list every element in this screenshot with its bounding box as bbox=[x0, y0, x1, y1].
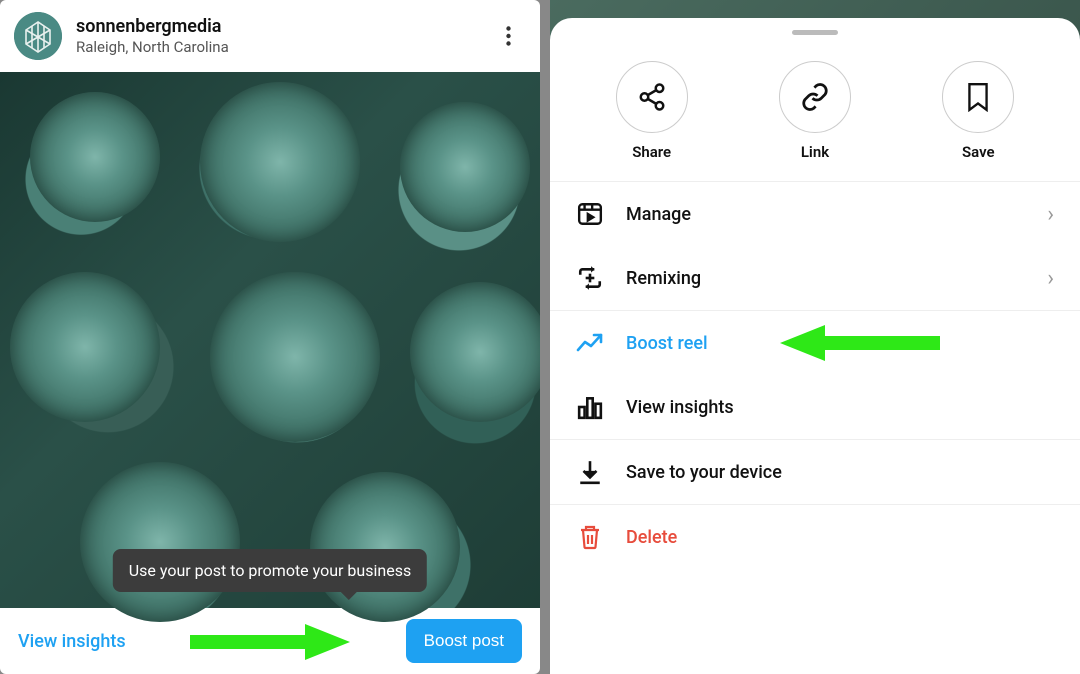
menu-view-insights[interactable]: View insights bbox=[550, 375, 1080, 439]
annotation-arrow-left-icon bbox=[190, 624, 350, 660]
menu-manage-label: Manage bbox=[626, 204, 1047, 225]
post-image[interactable]: Use your post to promote your business bbox=[0, 72, 540, 608]
view-insights-link[interactable]: View insights bbox=[18, 631, 126, 652]
chevron-right-icon: › bbox=[1047, 202, 1054, 227]
bookmark-icon bbox=[942, 61, 1014, 133]
tooltip-text: Use your post to promote your business bbox=[129, 561, 411, 580]
avatar[interactable] bbox=[14, 12, 62, 60]
menu-manage[interactable]: Manage › bbox=[550, 182, 1080, 246]
menu-boost-reel[interactable]: Boost reel bbox=[550, 310, 1080, 375]
sheet-handle[interactable] bbox=[792, 30, 838, 35]
menu-save-device[interactable]: Save to your device bbox=[550, 439, 1080, 504]
download-icon bbox=[576, 458, 604, 486]
post-panel: sonnenbergmedia Raleigh, North Carolina … bbox=[0, 0, 540, 674]
save-label: Save bbox=[942, 143, 1014, 161]
share-icon bbox=[616, 61, 688, 133]
save-action[interactable]: Save bbox=[942, 61, 1014, 161]
menu-boost-reel-label: Boost reel bbox=[626, 333, 1054, 354]
post-header-text: sonnenbergmedia Raleigh, North Carolina bbox=[76, 16, 490, 56]
menu-remixing-label: Remixing bbox=[626, 268, 1047, 289]
menu-save-device-label: Save to your device bbox=[626, 462, 1054, 483]
menu-remixing[interactable]: Remixing › bbox=[550, 246, 1080, 310]
chevron-right-icon: › bbox=[1047, 266, 1054, 291]
username[interactable]: sonnenbergmedia bbox=[76, 16, 490, 37]
menu-list: Manage › Remixing › bbox=[550, 182, 1080, 674]
menu-view-insights-label: View insights bbox=[626, 397, 1054, 418]
action-row: Share Link bbox=[550, 43, 1080, 182]
manage-icon bbox=[576, 200, 604, 228]
share-label: Share bbox=[616, 143, 688, 161]
bar-chart-icon bbox=[576, 393, 604, 421]
remix-icon bbox=[576, 264, 604, 292]
sheet-panel: Share Link bbox=[550, 0, 1080, 674]
share-action[interactable]: Share bbox=[616, 61, 688, 161]
boost-post-button[interactable]: Boost post bbox=[406, 619, 522, 663]
trend-up-icon bbox=[576, 329, 604, 357]
post-header: sonnenbergmedia Raleigh, North Carolina bbox=[0, 0, 540, 72]
link-icon bbox=[779, 61, 851, 133]
menu-delete[interactable]: Delete bbox=[550, 504, 1080, 569]
trash-icon bbox=[576, 523, 604, 551]
bottom-sheet: Share Link bbox=[550, 18, 1080, 674]
post-footer: View insights Boost post bbox=[0, 608, 540, 674]
link-action[interactable]: Link bbox=[779, 61, 851, 161]
menu-delete-label: Delete bbox=[626, 527, 1054, 548]
boost-tooltip: Use your post to promote your business bbox=[113, 549, 427, 592]
link-label: Link bbox=[779, 143, 851, 161]
more-options-button[interactable] bbox=[490, 18, 526, 54]
location[interactable]: Raleigh, North Carolina bbox=[76, 38, 490, 56]
